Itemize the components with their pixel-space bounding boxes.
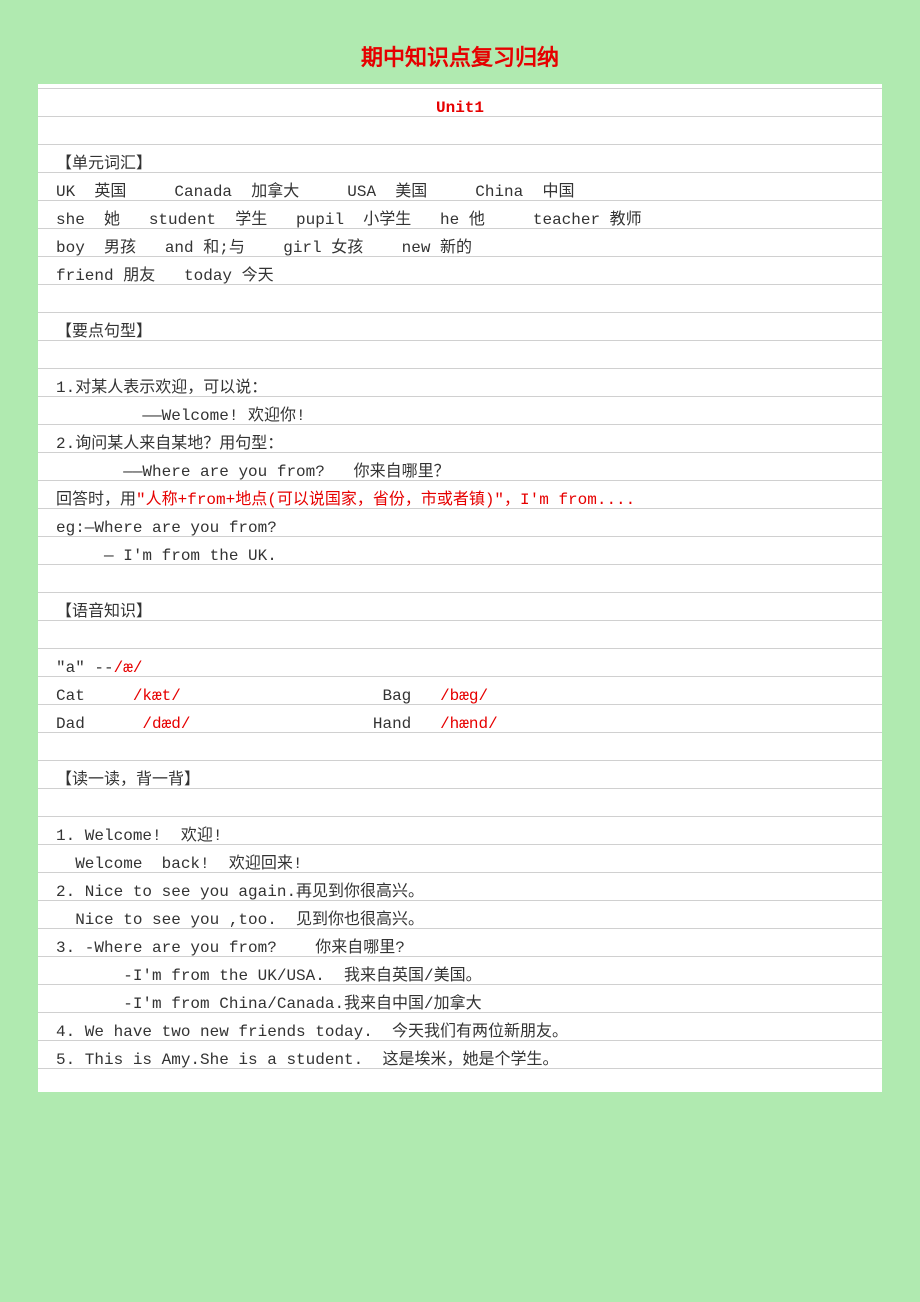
page-title: 期中知识点复习归纳 (38, 40, 882, 72)
phonics-header: 【语音知识】 (56, 598, 864, 626)
read-item: 4. We have two new friends today. 今天我们有两… (56, 1018, 864, 1046)
vocab-line: UK 英国 Canada 加拿大 USA 美国 China 中国 (56, 178, 864, 206)
sentence-example: ——Welcome! 欢迎你! (56, 402, 864, 430)
read-item: 5. This is Amy.She is a student. 这是埃米，她是… (56, 1046, 864, 1074)
vocab-header: 【单元词汇】 (56, 150, 864, 178)
read-item: 3. -Where are you from? 你来自哪里? (56, 934, 864, 962)
blank-line (56, 346, 864, 374)
sentence-item: 2.询问某人来自某地？用句型： (56, 430, 864, 458)
sentence-eg: — I'm from the UK. (56, 542, 864, 570)
read-item: Welcome back! 欢迎回来! (56, 850, 864, 878)
phonics-row: Cat /kæt/ Bag /bæg/ (56, 682, 864, 710)
phonics-ipa: /bæg/ (440, 687, 488, 705)
read-item: 2. Nice to see you again.再见到你很高兴。 (56, 878, 864, 906)
read-item: -I'm from the UK/USA. 我来自英国/美国。 (56, 962, 864, 990)
read-item: Nice to see you ,too. 见到你也很高兴。 (56, 906, 864, 934)
phonics-ipa: /hænd/ (440, 715, 498, 733)
phonics-ipa: /kæt/ (133, 687, 181, 705)
sentence-reply: 回答时，用"人称+from+地点(可以说国家，省份，市或者镇)"，I'm fro… (56, 486, 864, 514)
vocab-line: friend 朋友 today 今天 (56, 262, 864, 290)
phonics-word: Hand (190, 715, 440, 733)
blank-line (56, 570, 864, 598)
phonics-ipa: /dæd/ (142, 715, 190, 733)
document-body: Unit1 【单元词汇】 UK 英国 Canada 加拿大 USA 美国 Chi… (38, 84, 882, 1092)
blank-line (56, 122, 864, 150)
sentence-item: 1.对某人表示欢迎，可以说： (56, 374, 864, 402)
phonics-word: Dad (56, 715, 142, 733)
vocab-line: she 她 student 学生 pupil 小学生 he 他 teacher … (56, 206, 864, 234)
sentence-eg: eg:—Where are you from? (56, 514, 864, 542)
sentence-example: ——Where are you from? 你来自哪里？ (56, 458, 864, 486)
blank-line (56, 626, 864, 654)
reply-pattern: "人称+from+地点(可以说国家，省份，市或者镇)"，I'm from.... (136, 491, 635, 509)
read-item: -I'm from China/Canada.我来自中国/加拿大 (56, 990, 864, 1018)
read-item: 1. Welcome! 欢迎! (56, 822, 864, 850)
sentence-header: 【要点句型】 (56, 318, 864, 346)
vocab-line: boy 男孩 and 和;与 girl 女孩 new 新的 (56, 234, 864, 262)
phonics-letter: "a" -- (56, 659, 114, 677)
phonics-a: "a" --/æ/ (56, 654, 864, 682)
blank-line (56, 290, 864, 318)
phonics-ipa: /æ/ (114, 659, 143, 677)
blank-line (56, 794, 864, 822)
phonics-word: Cat (56, 687, 133, 705)
read-header: 【读一读，背一背】 (56, 766, 864, 794)
unit-heading: Unit1 (56, 94, 864, 122)
phonics-row: Dad /dæd/ Hand /hænd/ (56, 710, 864, 738)
blank-line (56, 738, 864, 766)
reply-prefix: 回答时，用 (56, 491, 136, 509)
phonics-word: Bag (181, 687, 440, 705)
